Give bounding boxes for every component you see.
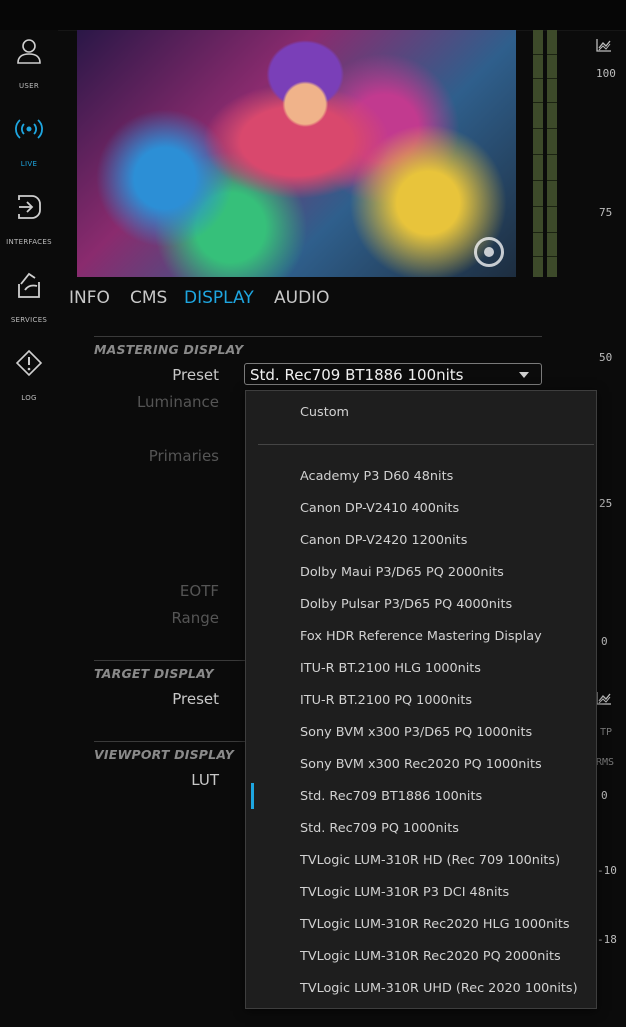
tab-audio[interactable]: AUDIO	[274, 288, 330, 308]
loudness-icon[interactable]	[596, 691, 612, 709]
dropdown-option-custom[interactable]: Custom	[300, 405, 349, 420]
mastering-display-title: MASTERING DISPLAY	[94, 342, 244, 357]
sidebar-item-live[interactable]: LIVE	[0, 108, 58, 178]
dropdown-option[interactable]: Sony BVM x300 P3/D65 PQ 1000nits	[300, 725, 532, 740]
tp-label: TP	[600, 727, 613, 738]
scale-label: 50	[599, 351, 613, 364]
preset-dropdown-list[interactable]: Custom Academy P3 D60 48nits Canon DP-V2…	[245, 390, 597, 1009]
dropdown-option[interactable]: Std. Rec709 PQ 1000nits	[300, 821, 459, 836]
chevron-down-icon	[519, 372, 529, 378]
sidebar-item-user[interactable]: USER	[0, 30, 58, 100]
broadcast-icon	[15, 119, 43, 139]
viewport-display-title: VIEWPORT DISPLAY	[94, 747, 235, 762]
dropdown-option[interactable]: Dolby Pulsar P3/D65 PQ 4000nits	[300, 597, 512, 612]
dropdown-option[interactable]: Canon DP-V2420 1200nits	[300, 533, 467, 548]
waveform-icon[interactable]	[596, 38, 612, 56]
dropdown-option[interactable]: Canon DP-V2410 400nits	[300, 501, 459, 516]
services-icon	[18, 272, 40, 298]
target-display-title: TARGET DISPLAY	[94, 666, 214, 681]
target-preset-label: Preset	[172, 690, 219, 708]
divider	[94, 660, 246, 661]
dropdown-separator	[258, 444, 594, 445]
dropdown-option[interactable]: ITU-R BT.2100 PQ 1000nits	[300, 693, 472, 708]
selected-option-marker	[251, 783, 254, 809]
dropdown-option[interactable]: TVLogic LUM-310R Rec2020 HLG 1000nits	[300, 917, 570, 932]
tab-display[interactable]: DISPLAY	[184, 288, 254, 308]
login-arrow-icon	[18, 195, 41, 219]
scale-label: 0	[601, 635, 608, 648]
scale-label: -10	[597, 864, 617, 877]
lut-label: LUT	[191, 771, 219, 789]
level-meter-right	[547, 30, 557, 277]
scale-label: 25	[599, 497, 613, 510]
scale-label: -18	[597, 933, 617, 946]
sidebar: USER LIVE INTERFACES SERVICES LOG	[0, 30, 58, 1027]
luminance-label: Luminance	[136, 393, 219, 411]
dropdown-option[interactable]: Fox HDR Reference Mastering Display	[300, 629, 542, 644]
eotf-label: EOTF	[179, 582, 219, 600]
mastering-preset-value: Std. Rec709 BT1886 100nits	[250, 366, 464, 384]
dropdown-option[interactable]: Academy P3 D60 48nits	[300, 469, 453, 484]
tab-info[interactable]: INFO	[69, 288, 110, 308]
tab-cms[interactable]: CMS	[130, 288, 167, 308]
rms-label: RMS	[596, 757, 615, 768]
scale-label: 0	[601, 789, 608, 802]
sidebar-item-label: LIVE	[20, 160, 38, 168]
top-bar	[0, 0, 626, 31]
dropdown-option-selected[interactable]: Std. Rec709 BT1886 100nits	[300, 789, 482, 804]
range-label: Range	[171, 609, 219, 627]
scale-label: 75	[599, 206, 613, 219]
sidebar-item-services[interactable]: SERVICES	[0, 264, 58, 334]
broadcaster-logo	[474, 237, 504, 267]
divider	[94, 741, 246, 742]
dropdown-option[interactable]: TVLogic LUM-310R P3 DCI 48nits	[300, 885, 509, 900]
dropdown-option[interactable]: TVLogic LUM-310R HD (Rec 709 100nits)	[300, 853, 560, 868]
video-preview	[77, 30, 516, 277]
divider	[94, 336, 542, 337]
scale-label: 100	[596, 67, 616, 80]
sidebar-item-label: USER	[18, 82, 40, 90]
primaries-label: Primaries	[148, 447, 219, 465]
sidebar-item-label: LOG	[21, 394, 37, 402]
level-meter-left	[533, 30, 543, 277]
mastering-preset-label: Preset	[172, 366, 219, 384]
sidebar-item-label: INTERFACES	[6, 238, 52, 246]
mastering-preset-select[interactable]: Std. Rec709 BT1886 100nits	[244, 363, 542, 385]
user-icon	[17, 39, 41, 64]
dropdown-option[interactable]: ITU-R BT.2100 HLG 1000nits	[300, 661, 481, 676]
dropdown-option[interactable]: TVLogic LUM-310R Rec2020 PQ 2000nits	[300, 949, 561, 964]
dropdown-option[interactable]: TVLogic LUM-310R UHD (Rec 2020 100nits)	[300, 981, 578, 996]
dropdown-option[interactable]: Sony BVM x300 Rec2020 PQ 1000nits	[300, 757, 542, 772]
sidebar-item-interfaces[interactable]: INTERFACES	[0, 186, 58, 256]
sidebar-item-log[interactable]: LOG	[0, 342, 58, 412]
sidebar-item-label: SERVICES	[10, 316, 48, 324]
dropdown-option[interactable]: Dolby Maui P3/D65 PQ 2000nits	[300, 565, 504, 580]
warning-icon	[15, 349, 43, 377]
